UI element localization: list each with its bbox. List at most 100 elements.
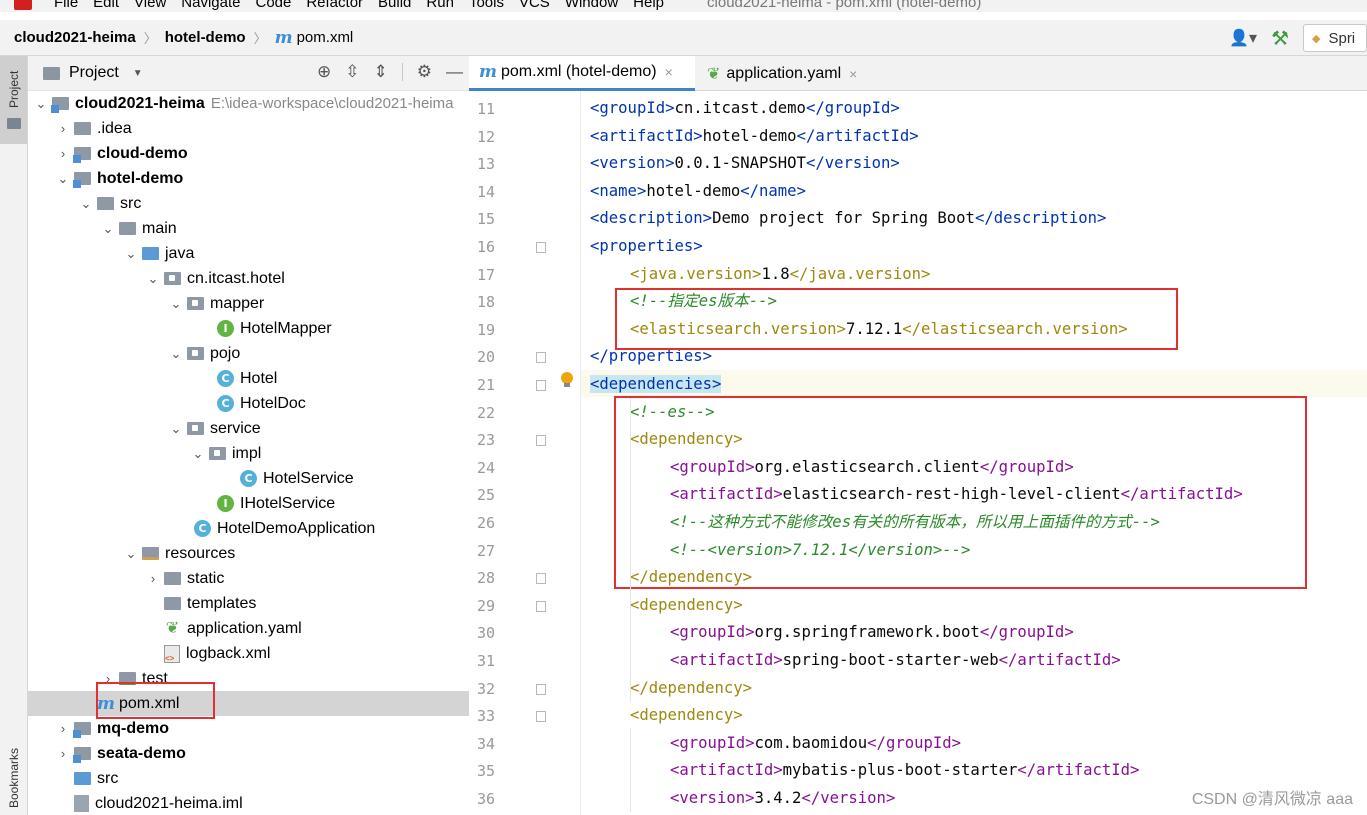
tree-item-pom-xml[interactable]: m pom.xml	[28, 691, 469, 716]
tree-item-mapper[interactable]: ⌄ mapper	[28, 291, 469, 316]
chevron-down-icon[interactable]: ⌄	[33, 96, 49, 112]
close-icon[interactable]: ×	[849, 66, 857, 82]
tree-item-mq-demo[interactable]: › mq-demo	[28, 716, 469, 741]
chevron-down-icon[interactable]: ⌄	[123, 246, 139, 262]
code-line[interactable]: </dependency>	[630, 675, 752, 702]
tree-item-ihotelservice[interactable]: I IHotelService	[28, 491, 469, 516]
tree-item-hotelservice[interactable]: C HotelService	[28, 466, 469, 491]
chevron-down-icon[interactable]: ⌄	[100, 221, 116, 237]
tree-item-impl[interactable]: ⌄ impl	[28, 441, 469, 466]
tree-item-root-src[interactable]: src	[28, 766, 469, 791]
tree-item-idea[interactable]: › .idea	[28, 116, 469, 141]
tree-item-resources[interactable]: ⌄ resources	[28, 541, 469, 566]
chevron-down-icon[interactable]: ⌄	[168, 421, 184, 437]
tree-item-service[interactable]: ⌄ service	[28, 416, 469, 441]
fold-marker-icon[interactable]	[536, 435, 546, 447]
menu-view[interactable]: View	[134, 0, 166, 11]
chevron-down-icon[interactable]: ⌄	[168, 346, 184, 362]
hide-panel-icon[interactable]: —	[446, 62, 463, 82]
fold-marker-icon[interactable]	[536, 600, 546, 612]
fold-marker-icon[interactable]	[536, 352, 546, 364]
tree-item-hoteldemoapplication[interactable]: C HotelDemoApplication	[28, 516, 469, 541]
fold-marker-icon[interactable]	[536, 242, 546, 253]
chevron-down-icon[interactable]: ⌄	[145, 271, 161, 287]
project-tool-button[interactable]: Project	[0, 56, 27, 144]
menu-file[interactable]: File	[54, 0, 78, 11]
code-line[interactable]: <java.version>1.8</java.version>	[630, 261, 930, 288]
close-icon[interactable]: ×	[665, 64, 673, 80]
code-line[interactable]: <groupId>org.springframework.boot</group…	[670, 619, 1074, 646]
code-line[interactable]: <artifactId>hotel-demo</artifactId>	[590, 123, 919, 150]
breadcrumb-module[interactable]: hotel-demo	[165, 29, 246, 46]
tree-item-main[interactable]: ⌄ main	[28, 216, 469, 241]
code-line[interactable]: <artifactId>mybatis-plus-boot-starter</a…	[670, 757, 1139, 784]
fold-marker-icon[interactable]	[536, 573, 546, 585]
tree-item-cloud-demo[interactable]: › cloud-demo	[28, 141, 469, 166]
menu-run[interactable]: Run	[426, 0, 454, 11]
tree-item-application-yaml[interactable]: ❦ application.yaml	[28, 616, 469, 641]
code-line[interactable]: <dependencies>	[590, 371, 722, 398]
chevron-right-icon[interactable]: ›	[55, 146, 71, 161]
tree-item-pojo[interactable]: ⌄ pojo	[28, 341, 469, 366]
build-hammer-icon[interactable]: ⚒	[1271, 26, 1289, 51]
code-line[interactable]: <dependency>	[630, 702, 743, 729]
fold-marker-icon[interactable]	[536, 683, 546, 695]
code-line[interactable]: <artifactId>spring-boot-starter-web</art…	[670, 647, 1121, 674]
tree-item-hoteldoc[interactable]: C HotelDoc	[28, 391, 469, 416]
code-line[interactable]: <version>0.0.1-SNAPSHOT</version>	[590, 150, 900, 177]
tree-item-hotel-demo[interactable]: ⌄ hotel-demo	[28, 166, 469, 191]
tree-item-java[interactable]: ⌄ java	[28, 241, 469, 266]
chevron-right-icon[interactable]: ›	[55, 746, 71, 761]
chevron-down-icon[interactable]: ⌄	[123, 546, 139, 562]
tree-item-logback-xml[interactable]: logback.xml	[28, 641, 469, 666]
chevron-down-icon[interactable]: ⌄	[168, 296, 184, 312]
menu-window[interactable]: Window	[565, 0, 618, 11]
tree-item-cloud2021-heima[interactable]: ⌄ cloud2021-heima E:\idea-workspace\clou…	[28, 91, 469, 116]
code-line[interactable]: <groupId>com.baomidou</groupId>	[670, 730, 961, 757]
user-account-icon[interactable]: 👤▾	[1229, 28, 1257, 48]
expand-all-icon[interactable]: ⇳	[345, 62, 359, 82]
tree-item-static[interactable]: › static	[28, 566, 469, 591]
code-line[interactable]: <version>3.4.2</version>	[670, 785, 895, 812]
chevron-down-icon[interactable]: ⌄	[78, 196, 94, 212]
breadcrumb-root[interactable]: cloud2021-heima	[14, 29, 136, 46]
run-configuration-select[interactable]: ◆ Spri	[1303, 24, 1367, 52]
tree-item-hotel[interactable]: C Hotel	[28, 366, 469, 391]
code-editor[interactable]: 11 12 13 14 15 16 17 18 19 20 21 22 23 24 25 26 27 28 29 30…	[469, 91, 1367, 815]
menu-build[interactable]: Build	[378, 0, 411, 11]
code-line[interactable]: <groupId>cn.itcast.demo</groupId>	[590, 95, 900, 122]
breadcrumb-file[interactable]: pom.xml	[297, 29, 354, 46]
tree-item-src[interactable]: ⌄ src	[28, 191, 469, 216]
code-line[interactable]: <properties>	[590, 233, 703, 260]
chevron-right-icon[interactable]: ›	[55, 121, 71, 136]
tab-pom-xml[interactable]: m pom.xml (hotel-demo) ×	[469, 56, 695, 91]
menu-vcs[interactable]: VCS	[519, 0, 550, 11]
bookmarks-tool-button[interactable]: Bookmarks	[7, 748, 21, 808]
gear-icon[interactable]: ⚙	[417, 62, 432, 82]
locate-file-icon[interactable]: ⊕	[317, 62, 331, 82]
project-view-title[interactable]: Project	[69, 64, 119, 82]
chevron-down-icon[interactable]: ⌄	[190, 446, 206, 462]
menu-help[interactable]: Help	[633, 0, 664, 11]
tree-item-package[interactable]: ⌄ cn.itcast.hotel	[28, 266, 469, 291]
tab-application-yaml[interactable]: ❦ application.yaml ×	[697, 56, 877, 91]
chevron-right-icon[interactable]: ›	[145, 571, 161, 586]
fold-marker-icon[interactable]	[536, 711, 546, 723]
tree-item-seata-demo[interactable]: › seata-demo	[28, 741, 469, 766]
tree-item-iml[interactable]: cloud2021-heima.iml	[28, 791, 469, 815]
menu-tools[interactable]: Tools	[469, 0, 504, 11]
tree-item-hotelmapper[interactable]: I HotelMapper	[28, 316, 469, 341]
chevron-down-icon[interactable]: ⌄	[55, 171, 71, 187]
fold-marker-icon[interactable]	[536, 380, 546, 391]
tree-item-templates[interactable]: templates	[28, 591, 469, 616]
menu-code[interactable]: Code	[255, 0, 291, 11]
menu-refactor[interactable]: Refactor	[306, 0, 363, 11]
chevron-right-icon[interactable]: ›	[55, 721, 71, 736]
code-line[interactable]: <name>hotel-demo</name>	[590, 178, 806, 205]
code-line[interactable]: <dependency>	[630, 592, 743, 619]
tree-item-test[interactable]: › test	[28, 666, 469, 691]
lightbulb-icon[interactable]	[560, 372, 574, 388]
menu-edit[interactable]: Edit	[93, 0, 119, 11]
collapse-all-icon[interactable]: ⇕	[374, 62, 388, 82]
chevron-down-icon[interactable]: ▼	[133, 68, 143, 79]
